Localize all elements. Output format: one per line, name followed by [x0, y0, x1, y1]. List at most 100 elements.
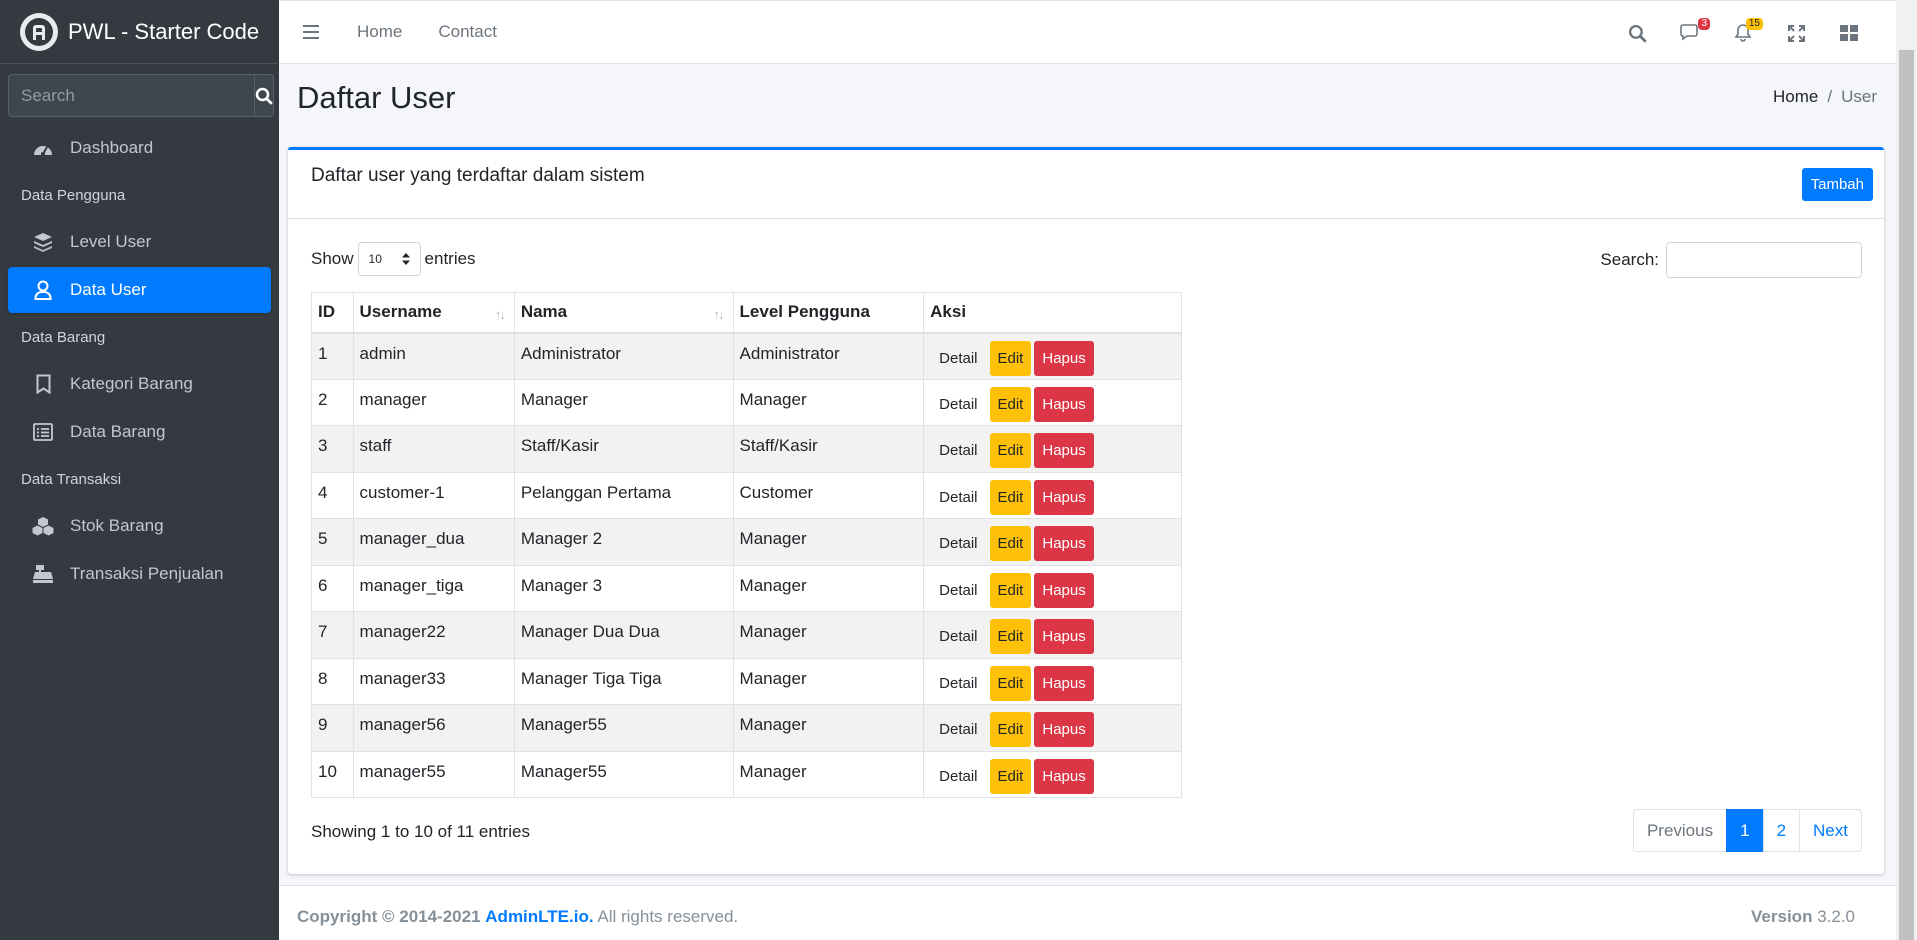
cell-username: manager_tiga: [352, 564, 515, 612]
detail-button[interactable]: Detail: [930, 573, 986, 608]
delete-button[interactable]: Hapus: [1034, 526, 1094, 561]
brand-title: PWL - Starter Code: [68, 18, 260, 44]
detail-button[interactable]: Detail: [930, 480, 986, 515]
cell-username: admin: [352, 332, 515, 380]
scrollbar-thumb[interactable]: [1899, 50, 1914, 940]
edit-button[interactable]: Edit: [989, 386, 1032, 422]
edit-button[interactable]: Edit: [989, 619, 1032, 654]
pagination-page-1[interactable]: 1: [1726, 809, 1764, 852]
cell-id: 7: [311, 611, 354, 659]
col-header-username[interactable]: Username ↑↓: [352, 292, 515, 334]
col-header-nama-label: Nama: [520, 302, 568, 321]
fullscreen-expand-icon[interactable]: [1785, 22, 1807, 44]
search-icon: [255, 87, 273, 104]
breadcrumb-home[interactable]: Home: [1773, 87, 1818, 106]
row-actions: Detail Edit Hapus: [930, 479, 1175, 515]
cell-id: 1: [311, 332, 354, 380]
row-actions: Detail Edit Hapus: [930, 340, 1175, 376]
edit-button[interactable]: Edit: [989, 712, 1032, 747]
sidebar-header-data-transaksi: Data Transaksi: [21, 470, 122, 488]
delete-button[interactable]: Hapus: [1034, 340, 1094, 376]
sidebar-item-dashboard[interactable]: Dashboard: [8, 125, 271, 171]
sidebar-item-label: Level User: [70, 232, 152, 251]
col-header-nama[interactable]: Nama ↑↓: [513, 292, 734, 334]
detail-button[interactable]: Detail: [930, 712, 986, 747]
main-sidebar: PWL - Starter Code Dashboard Data Penggun…: [0, 0, 279, 940]
menu-toggle-icon[interactable]: [303, 25, 331, 39]
control-sidebar-grid-icon[interactable]: [1838, 22, 1860, 44]
cell-nama: Manager 2: [513, 518, 734, 566]
detail-button[interactable]: Detail: [930, 433, 986, 468]
pagination-page-2[interactable]: 2: [1762, 809, 1801, 852]
delete-button[interactable]: Hapus: [1034, 758, 1094, 794]
sidebar-item-kategori-barang[interactable]: Kategori Barang: [8, 361, 271, 407]
detail-button[interactable]: Detail: [930, 526, 986, 561]
notifications-bell-icon[interactable]: 15: [1732, 18, 1763, 44]
pagination-next[interactable]: Next: [1799, 809, 1862, 852]
sidebar-item-label: Data Barang: [70, 422, 166, 441]
delete-button[interactable]: Hapus: [1034, 479, 1094, 515]
cubes-icon: [30, 515, 56, 537]
sidebar-item-data-user[interactable]: Data User: [8, 267, 271, 313]
detail-button[interactable]: Detail: [930, 619, 986, 654]
edit-button[interactable]: Edit: [989, 758, 1032, 794]
card-title: Daftar user yang terdaftar dalam sistem: [311, 165, 645, 186]
dashboard-icon: [30, 137, 56, 159]
table-row: 8 manager33 Manager Tiga Tiga Manager Detail…: [311, 657, 1182, 705]
add-user-button[interactable]: Tambah: [1801, 168, 1873, 201]
cell-username: manager: [352, 378, 515, 426]
adminlte-link[interactable]: AdminLTE.io.: [485, 907, 593, 926]
col-header-id[interactable]: ID: [311, 292, 354, 334]
delete-button[interactable]: Hapus: [1034, 433, 1094, 468]
table-info: Showing 1 to 10 of 11 entries: [311, 822, 530, 841]
edit-button[interactable]: Edit: [989, 479, 1032, 515]
detail-button[interactable]: Detail: [930, 666, 986, 701]
edit-button[interactable]: Edit: [989, 526, 1032, 561]
nav-link-contact[interactable]: Contact: [438, 22, 497, 42]
delete-button[interactable]: Hapus: [1034, 386, 1094, 422]
table-row: 6 manager_tiga Manager 3 Manager Detail Edit H…: [311, 564, 1182, 612]
edit-button[interactable]: Edit: [989, 665, 1032, 701]
cell-aksi: Detail Edit Hapus: [923, 332, 1182, 380]
cell-nama: Manager55: [513, 750, 734, 798]
messages-icon[interactable]: 3: [1679, 18, 1710, 44]
main-footer: Copyright © 2014-2021 AdminLTE.io. All r…: [279, 885, 1897, 940]
sidebar-item-label: Stok Barang: [70, 516, 164, 535]
delete-button[interactable]: Hapus: [1034, 572, 1094, 608]
sort-arrows-icon: ↑↓: [494, 307, 506, 322]
sidebar-item-data-barang[interactable]: Data Barang: [8, 409, 271, 455]
entries-select[interactable]: 10: [357, 242, 421, 276]
search-icon[interactable]: [1626, 22, 1648, 44]
sidebar-header-data-pengguna: Data Pengguna: [21, 186, 126, 204]
pagination-previous[interactable]: Previous: [1632, 809, 1728, 852]
sidebar-item-label: Data User: [70, 280, 147, 299]
delete-button[interactable]: Hapus: [1034, 619, 1094, 654]
table-row: 5 manager_dua Manager 2 Manager Detail Edit Ha…: [311, 518, 1182, 566]
sort-arrows-icon: ↑↓: [713, 307, 725, 322]
navbar-icons: 3 15: [1626, 1, 1860, 65]
sidebar-item-transaksi-penjualan[interactable]: Transaksi Penjualan: [8, 551, 271, 597]
edit-button[interactable]: Edit: [989, 572, 1032, 608]
brand-link[interactable]: PWL - Starter Code: [0, 0, 279, 64]
cell-username: manager_dua: [352, 518, 515, 566]
sidebar-search-button[interactable]: [254, 74, 274, 117]
detail-button[interactable]: Detail: [930, 341, 986, 376]
sidebar-item-stok-barang[interactable]: Stok Barang: [8, 503, 271, 549]
list-icon: [30, 421, 56, 443]
table-length-control: Show 10 entries: [311, 242, 476, 276]
table-search-input[interactable]: [1666, 242, 1862, 278]
delete-button[interactable]: Hapus: [1034, 665, 1094, 701]
sidebar-item-level-user[interactable]: Level User: [8, 219, 271, 265]
edit-button[interactable]: Edit: [989, 433, 1032, 468]
page-scrollbar[interactable]: [1896, 0, 1917, 940]
delete-button[interactable]: Hapus: [1034, 712, 1094, 747]
detail-button[interactable]: Detail: [930, 759, 986, 794]
table-row: 7 manager22 Manager Dua Dua Manager Detail Ed…: [311, 611, 1182, 659]
sidebar-search-input[interactable]: [8, 74, 254, 117]
edit-button[interactable]: Edit: [989, 340, 1032, 376]
row-actions: Detail Edit Hapus: [930, 619, 1175, 654]
cell-username: customer-1: [352, 471, 515, 519]
breadcrumb-current: User: [1841, 87, 1877, 106]
detail-button[interactable]: Detail: [930, 387, 986, 422]
nav-link-home[interactable]: Home: [357, 22, 402, 42]
